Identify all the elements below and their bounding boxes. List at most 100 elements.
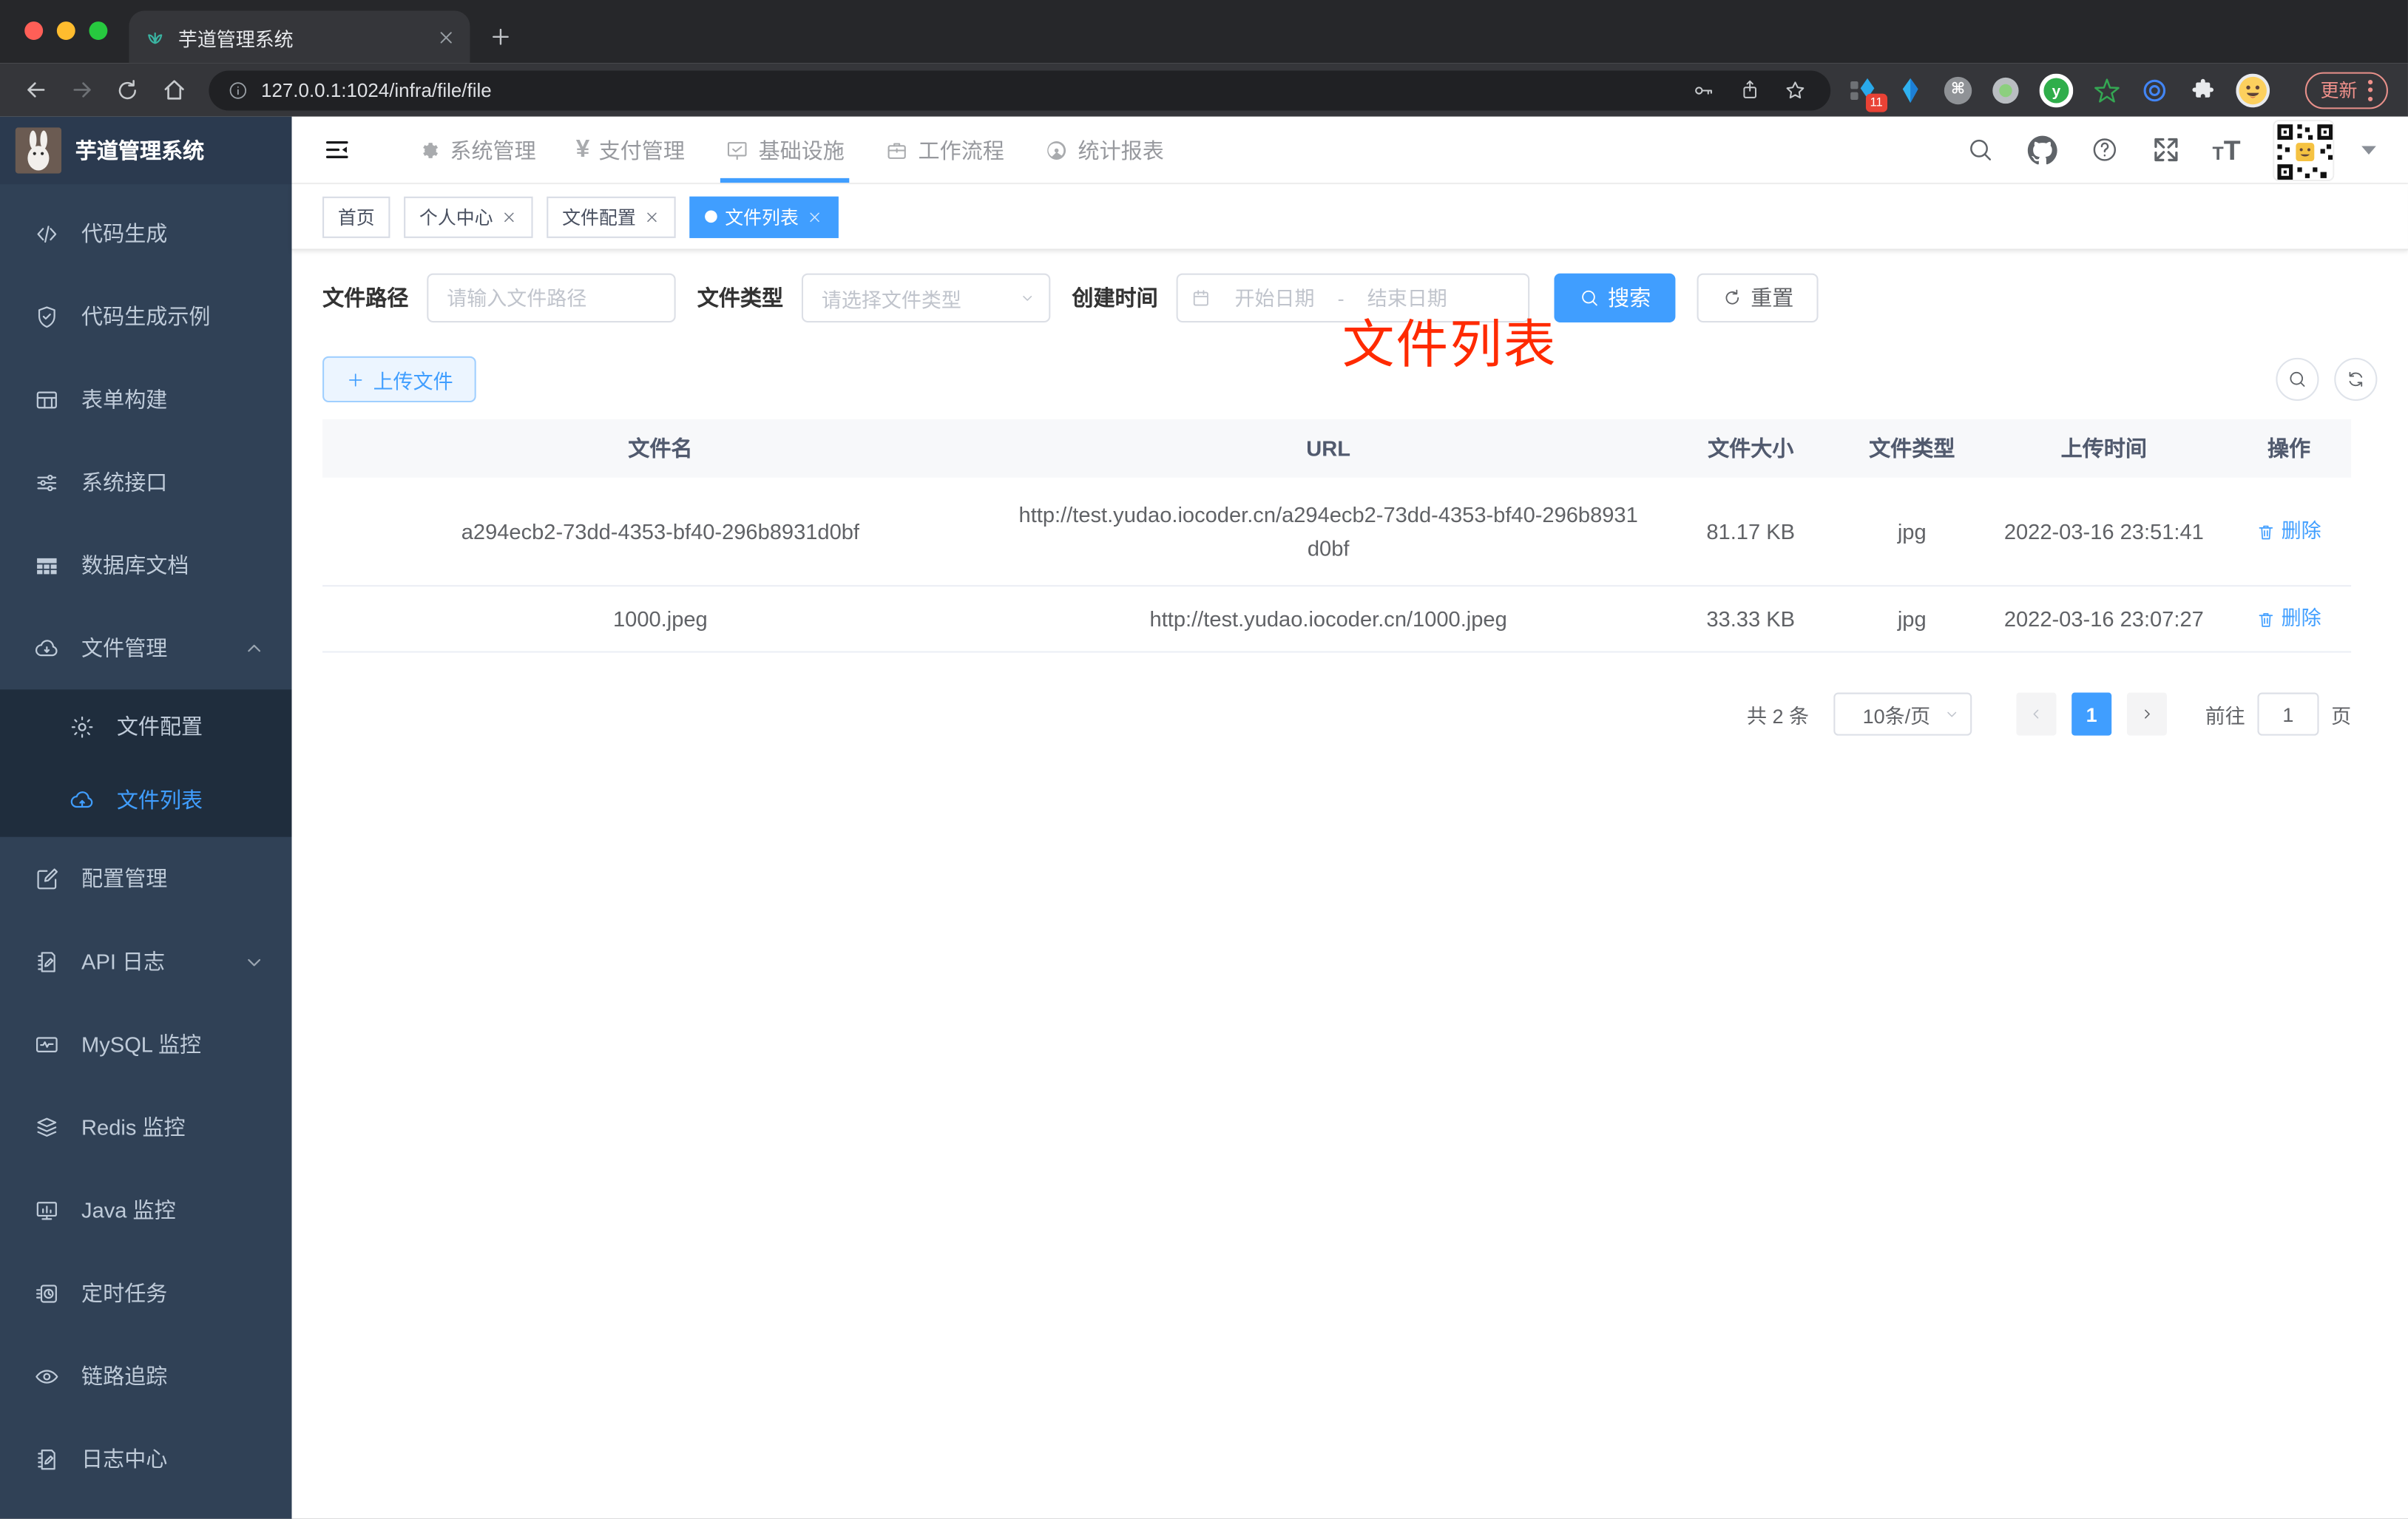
create-time-label: 创建时间 bbox=[1072, 285, 1158, 311]
search-button[interactable]: 搜索 bbox=[1554, 273, 1676, 323]
extension-cmd-button[interactable]: ⌘ bbox=[1944, 75, 1972, 104]
tag-profile[interactable]: 个人中心 bbox=[404, 195, 533, 237]
top-menu: 系统管理 ¥ 支付管理 基础设施 工作流程 统计报表 bbox=[396, 117, 1184, 183]
extension-star-button[interactable] bbox=[2093, 76, 2120, 104]
sidebar-item-log-center[interactable]: 日志中心 bbox=[0, 1418, 292, 1501]
refresh-icon bbox=[1725, 289, 1739, 305]
col-upload-time: 上传时间 bbox=[2060, 436, 2147, 461]
doc-edit-icon bbox=[38, 1449, 55, 1469]
search-icon[interactable] bbox=[1965, 135, 1994, 164]
extension-dot-button[interactable] bbox=[1992, 76, 2019, 104]
sidebar-item-mysql-monitor[interactable]: MySQL 监控 bbox=[0, 1003, 292, 1086]
y-logo-icon: y bbox=[2039, 72, 2074, 107]
cell-upload-time: 2022-03-16 23:51:41 bbox=[2003, 518, 2204, 544]
sidebar-item-file-management[interactable]: 文件管理 bbox=[0, 606, 292, 689]
kebab-menu-icon bbox=[2367, 78, 2373, 101]
sidebar-item-code-generation[interactable]: 代码生成 bbox=[0, 192, 292, 275]
sidebar-item-file-list[interactable]: 文件列表 bbox=[0, 763, 292, 837]
sidebar-item-config-management[interactable]: 配置管理 bbox=[0, 837, 292, 920]
browser-tab[interactable]: 芋道管理系统 bbox=[129, 10, 470, 64]
extension-pin-button[interactable]: 11 bbox=[1849, 76, 1888, 112]
browser-update-menu-button[interactable]: 更新 bbox=[2304, 71, 2388, 109]
close-window-button[interactable] bbox=[24, 21, 44, 40]
page-size-select[interactable]: 10条/页 bbox=[1833, 692, 1972, 736]
extensions-menu-button[interactable] bbox=[2188, 76, 2216, 104]
cell-file-size: 81.17 KB bbox=[1706, 518, 1796, 544]
maximize-window-button[interactable] bbox=[89, 21, 108, 40]
sidebar-item-java-monitor[interactable]: Java 监控 bbox=[0, 1168, 292, 1251]
top-menu-system[interactable]: 系统管理 bbox=[396, 117, 556, 183]
sidebar-item-form-builder[interactable]: 表单构建 bbox=[0, 358, 292, 441]
password-key-button[interactable] bbox=[1686, 78, 1720, 102]
date-start-input[interactable] bbox=[1217, 286, 1332, 310]
delete-button[interactable]: 删除 bbox=[2256, 515, 2321, 549]
sidebar-collapse-button[interactable] bbox=[317, 129, 356, 169]
sidebar-logo[interactable]: 芋道管理系统 bbox=[0, 116, 292, 185]
table-tools bbox=[2276, 357, 2378, 401]
font-size-icon[interactable]: TT bbox=[2213, 136, 2241, 163]
site-info-icon[interactable] bbox=[227, 79, 248, 101]
toggle-search-button[interactable] bbox=[2276, 357, 2319, 401]
fullscreen-icon[interactable] bbox=[2151, 135, 2179, 164]
sidebar-item-scheduled-tasks[interactable]: 定时任务 bbox=[0, 1251, 292, 1334]
extension-kite-button[interactable] bbox=[1896, 76, 1924, 104]
plus-icon bbox=[493, 28, 509, 45]
new-tab-button[interactable] bbox=[479, 16, 522, 58]
sidebar-item-db-doc[interactable]: 数据库文档 bbox=[0, 524, 292, 606]
next-page-button[interactable] bbox=[2126, 692, 2167, 736]
sidebar-item-redis-monitor[interactable]: Redis 监控 bbox=[0, 1086, 292, 1168]
reset-button[interactable]: 重置 bbox=[1697, 273, 1819, 323]
bookmark-button[interactable] bbox=[1779, 78, 1813, 102]
extension-y-button[interactable]: y bbox=[2039, 72, 2074, 107]
tab-close-icon[interactable] bbox=[438, 28, 455, 45]
avatar-caret-icon[interactable] bbox=[2354, 135, 2383, 164]
refresh-table-button[interactable] bbox=[2334, 357, 2378, 401]
top-menu-payment[interactable]: ¥ 支付管理 bbox=[556, 117, 705, 183]
user-avatar[interactable] bbox=[2273, 118, 2335, 180]
col-url: URL bbox=[1306, 436, 1351, 461]
navbar-right-tools: TT bbox=[1965, 118, 2384, 180]
cell-file-type: jpg bbox=[1897, 606, 1927, 632]
tag-close-icon[interactable] bbox=[806, 208, 823, 225]
goto-page-input[interactable] bbox=[2257, 692, 2319, 736]
delete-button[interactable]: 删除 bbox=[2256, 602, 2321, 636]
extension-rings-button[interactable] bbox=[2141, 76, 2168, 104]
back-button[interactable] bbox=[13, 68, 58, 111]
sidebar-item-api-log[interactable]: API 日志 bbox=[0, 920, 292, 1003]
sidebar-item-system-api[interactable]: 系统接口 bbox=[0, 441, 292, 524]
address-bar[interactable]: 127.0.0.1:1024/infra/file/file bbox=[209, 70, 1831, 110]
sidebar-item-file-config[interactable]: 文件配置 bbox=[0, 689, 292, 763]
help-icon[interactable] bbox=[2089, 135, 2118, 164]
github-icon[interactable] bbox=[2026, 135, 2057, 166]
forward-button[interactable] bbox=[58, 68, 104, 111]
upload-file-button[interactable]: 上传文件 bbox=[322, 356, 476, 403]
top-menu-report[interactable]: 统计报表 bbox=[1024, 117, 1184, 183]
top-menu-infra[interactable]: 基础设施 bbox=[705, 117, 865, 183]
home-button[interactable] bbox=[150, 68, 196, 111]
key-icon bbox=[1695, 86, 1712, 94]
calendar-icon bbox=[1193, 290, 1208, 306]
chevron-right-icon bbox=[2145, 709, 2150, 719]
file-table: 文件名 URL 文件大小 文件类型 上传时间 操作 a294ecb2-73dd-… bbox=[322, 419, 2352, 653]
minimize-window-button[interactable] bbox=[56, 21, 75, 40]
tag-close-icon[interactable] bbox=[643, 208, 660, 225]
file-type-select[interactable]: 请选择文件类型 bbox=[801, 273, 1051, 323]
top-menu-workflow[interactable]: 工作流程 bbox=[865, 117, 1024, 183]
cloud-download-icon bbox=[35, 639, 58, 656]
file-path-input[interactable] bbox=[427, 273, 676, 323]
tag-file-config[interactable]: 文件配置 bbox=[547, 195, 676, 237]
prev-page-button[interactable] bbox=[2016, 692, 2057, 736]
sidebar-item-code-demo[interactable]: 代码生成示例 bbox=[0, 275, 292, 358]
share-button[interactable] bbox=[1732, 78, 1766, 101]
reload-button[interactable] bbox=[104, 68, 150, 111]
tag-file-list[interactable]: 文件列表 bbox=[689, 195, 839, 237]
shield-check-icon bbox=[38, 305, 55, 328]
profile-avatar[interactable] bbox=[2236, 72, 2270, 107]
monitor-wave-icon bbox=[35, 1036, 58, 1052]
sidebar-item-tracing[interactable]: 链路追踪 bbox=[0, 1334, 292, 1417]
tag-close-icon[interactable] bbox=[501, 208, 518, 225]
logo-avatar bbox=[15, 127, 62, 174]
tag-home[interactable]: 首页 bbox=[322, 195, 390, 237]
page-number-current[interactable]: 1 bbox=[2072, 692, 2112, 736]
url-text: 127.0.0.1:1024/infra/file/file bbox=[261, 78, 492, 101]
